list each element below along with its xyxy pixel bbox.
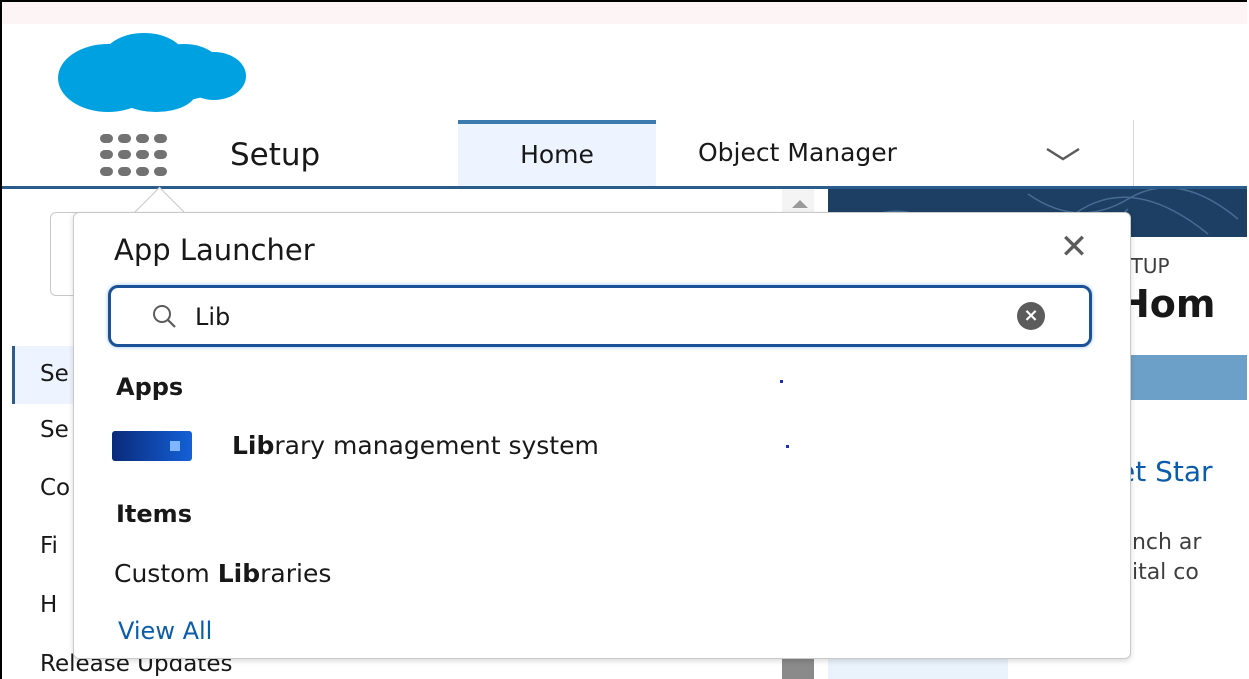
sidebar-item-3[interactable]: Co <box>40 475 70 501</box>
search-input[interactable] <box>193 296 977 338</box>
items-section-heading: Items <box>116 500 192 528</box>
match-highlight: Lib <box>217 559 261 588</box>
decorative-dot <box>780 380 783 383</box>
sidebar-item-4[interactable]: Fi <box>40 533 58 559</box>
scroll-up-arrow-icon[interactable] <box>792 200 808 208</box>
clear-input-icon[interactable]: × <box>1017 302 1045 330</box>
app-name: Setup <box>230 137 321 173</box>
get-started-heading[interactable]: et Star <box>1118 455 1213 488</box>
decorative-dot <box>786 445 789 448</box>
app-launcher-search[interactable]: × <box>108 285 1092 347</box>
salesforce-cloud-logo[interactable] <box>56 32 248 120</box>
view-all-link[interactable]: View All <box>118 617 212 645</box>
app-tile-icon <box>112 431 192 461</box>
close-icon[interactable]: ✕ <box>1058 230 1090 264</box>
sidebar-item-1[interactable]: Se <box>40 361 69 387</box>
app-launcher-waffle-icon[interactable] <box>100 134 170 178</box>
match-highlight: Lib <box>232 431 275 460</box>
item-rest: raries <box>260 559 332 588</box>
apps-section-heading: Apps <box>116 373 184 401</box>
app-result-library-management-system[interactable]: Library management system <box>112 431 812 475</box>
chevron-down-icon[interactable] <box>1045 147 1081 161</box>
global-header <box>2 24 1247 121</box>
search-icon <box>153 305 176 328</box>
sidebar-item-5[interactable]: H <box>40 592 57 618</box>
tab-home[interactable]: Home <box>458 120 656 186</box>
app-launcher-title: App Launcher <box>114 233 315 267</box>
top-strip <box>2 0 1247 24</box>
tab-object-manager-label: Object Manager <box>698 138 897 167</box>
app-launcher-popover: App Launcher ✕ × Apps Library management… <box>73 212 1131 659</box>
item-result-custom-libraries[interactable]: Custom Libraries <box>114 559 331 588</box>
app-name-rest: rary management system <box>274 431 599 460</box>
page-title: Hom <box>1118 282 1216 326</box>
sidebar-item-2[interactable]: Se <box>40 417 69 443</box>
app-result-label: Library management system <box>232 431 599 460</box>
item-prefix: Custom <box>114 559 218 588</box>
